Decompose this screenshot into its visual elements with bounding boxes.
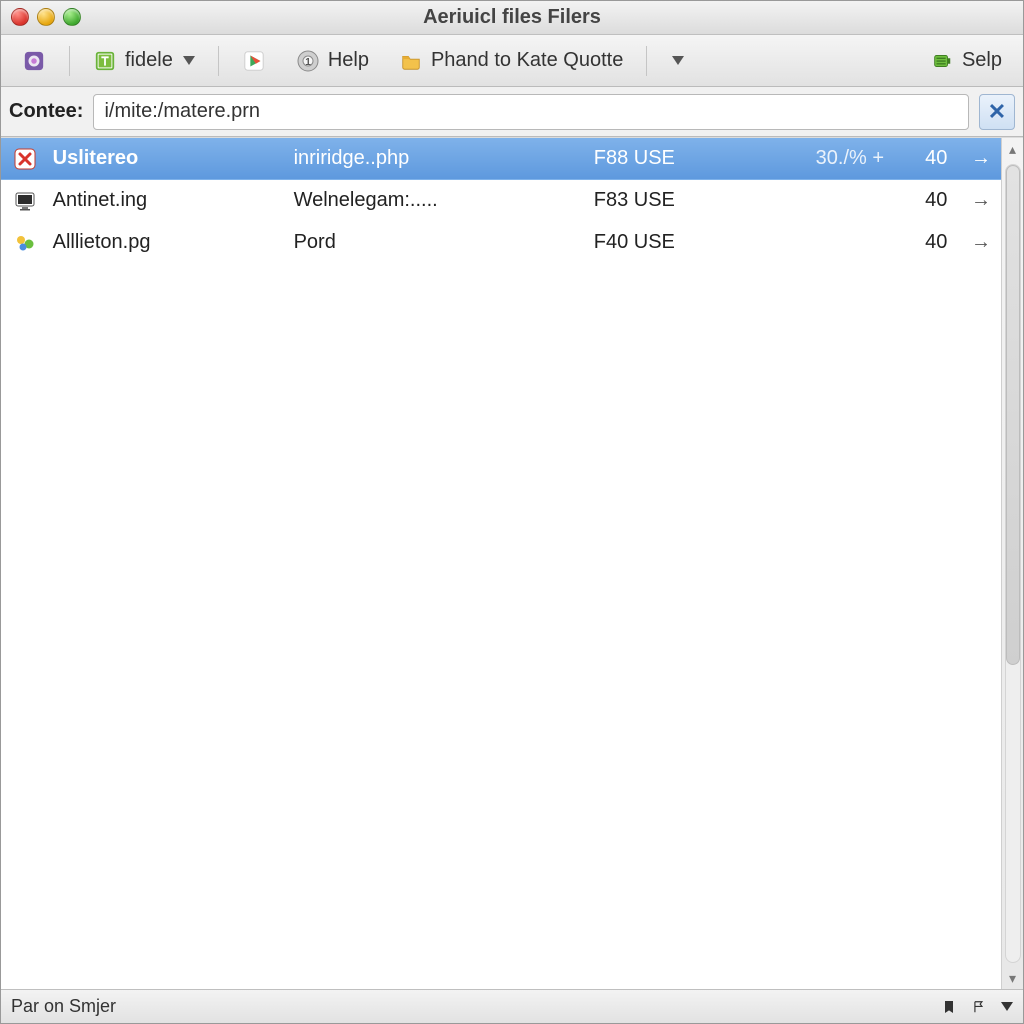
item-code: F83 USE [594, 189, 762, 212]
clear-location-button[interactable]: ✕ [979, 94, 1015, 130]
phand-label: Phand to Kate Quotte [431, 49, 623, 72]
phand-button[interactable]: Phand to Kate Quotte [388, 43, 634, 79]
item-code: F40 USE [594, 231, 762, 254]
app-icon [22, 49, 46, 73]
help-label: Help [328, 49, 369, 72]
vertical-scrollbar[interactable]: ▴ ▾ [1001, 138, 1023, 989]
list-item[interactable]: Uslitereo inriridge..php F88 USE 30./% +… [1, 138, 1001, 180]
location-value: i/mite:/matere.prn [104, 100, 260, 123]
fidele-menu-button[interactable]: fidele [82, 43, 206, 79]
window-controls [11, 8, 81, 26]
titlebar: Aeriuicl files Filers [1, 1, 1023, 35]
location-bar: Contee: i/mite:/matere.prn ✕ [1, 87, 1023, 137]
content-area: Uslitereo inriridge..php F88 USE 30./% +… [1, 137, 1023, 989]
location-input[interactable]: i/mite:/matere.prn [93, 94, 969, 130]
toolbar-separator [69, 46, 70, 76]
selp-label: Selp [962, 49, 1002, 72]
item-value: 40 [898, 189, 947, 212]
item-name: Alllieton.pg [53, 231, 280, 254]
toolbar-separator [646, 46, 647, 76]
location-label: Contee: [9, 100, 83, 123]
bookmark-icon[interactable] [939, 997, 959, 1017]
status-text: Par on Smjer [11, 996, 116, 1017]
app-menu-button[interactable] [11, 43, 57, 79]
scroll-up-button[interactable]: ▴ [1002, 138, 1024, 160]
zoom-window-button[interactable] [63, 8, 81, 26]
play-icon [242, 49, 266, 73]
app-window: Aeriuicl files Filers fidele 1 [0, 0, 1024, 1024]
item-desc: Pord [294, 231, 580, 254]
chevron-down-icon[interactable] [1001, 1002, 1013, 1011]
flag-icon[interactable] [969, 997, 989, 1017]
play-button[interactable] [231, 43, 277, 79]
file-list[interactable]: Uslitereo inriridge..php F88 USE 30./% +… [1, 138, 1001, 989]
overflow-menu-button[interactable] [659, 43, 695, 79]
gear-badge-icon: 1 [296, 49, 320, 73]
scroll-down-button[interactable]: ▾ [1002, 967, 1024, 989]
svg-text:1: 1 [305, 57, 311, 68]
close-window-button[interactable] [11, 8, 29, 26]
toolbar-separator [218, 46, 219, 76]
item-name: Uslitereo [53, 147, 280, 170]
monitor-icon [11, 189, 39, 213]
item-extra: 30./% + [776, 147, 885, 170]
scroll-thumb[interactable] [1006, 165, 1020, 665]
document-t-icon [93, 49, 117, 73]
item-value: 40 [898, 147, 947, 170]
status-bar: Par on Smjer [1, 989, 1023, 1023]
item-desc: inriridge..php [294, 147, 580, 170]
error-x-icon [11, 147, 39, 171]
close-icon: ✕ [988, 99, 1006, 125]
list-item[interactable]: Alllieton.pg Pord F40 USE 40 → [1, 222, 1001, 264]
chevron-down-icon [183, 56, 195, 65]
arrow-right-icon: → [961, 231, 991, 254]
item-code: F88 USE [594, 147, 762, 170]
fidele-label: fidele [125, 49, 173, 72]
item-desc: Welnelegam:..... [294, 189, 580, 212]
scroll-track[interactable] [1005, 164, 1021, 963]
people-icon [11, 231, 39, 255]
help-button[interactable]: 1 Help [285, 43, 380, 79]
arrow-right-icon: → [961, 189, 991, 212]
toolbar: fidele 1 Help Phand to Kate Quotte [1, 35, 1023, 87]
arrow-right-icon: → [961, 147, 991, 170]
folder-icon [399, 49, 423, 73]
battery-icon [930, 49, 954, 73]
item-value: 40 [898, 231, 947, 254]
minimize-window-button[interactable] [37, 8, 55, 26]
list-item[interactable]: Antinet.ing Welnelegam:..... F83 USE 40 … [1, 180, 1001, 222]
chevron-down-icon [672, 56, 684, 65]
item-name: Antinet.ing [53, 189, 280, 212]
selp-button[interactable]: Selp [919, 43, 1013, 79]
window-title: Aeriuicl files Filers [423, 6, 601, 29]
